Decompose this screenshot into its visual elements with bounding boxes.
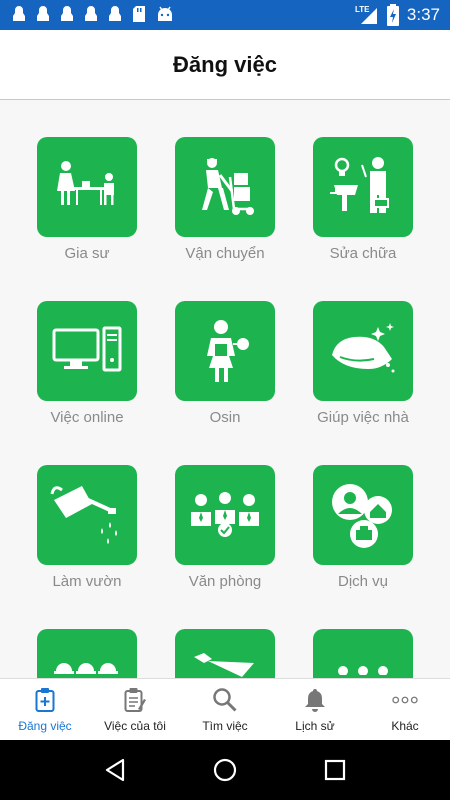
system-navigation-bar <box>0 740 450 800</box>
app-bar: Đăng việc <box>0 30 450 100</box>
category-label: Gia sư <box>64 245 110 262</box>
nav-more[interactable]: Khác <box>360 679 450 740</box>
delivery-icon <box>202 158 254 215</box>
services-icon <box>332 484 392 548</box>
nav-label: Đăng việc <box>18 719 72 733</box>
category-label: Làm vườn <box>52 573 122 590</box>
category-online-work[interactable]: Việc online <box>18 301 156 426</box>
category-label: Văn phòng <box>188 573 262 590</box>
category-tile[interactable] <box>175 137 275 237</box>
status-bar: LTE 3:37 <box>0 0 450 30</box>
category-office[interactable]: Văn phòng <box>156 465 294 590</box>
category-tile[interactable] <box>175 301 275 401</box>
nav-post-job[interactable]: Đăng việc <box>0 679 90 740</box>
bottom-navigation: Đăng việc Việc của tôi Tìm việc Lịch sử … <box>0 678 450 740</box>
workers-icon <box>54 663 118 674</box>
search-icon <box>212 687 238 713</box>
my-jobs-icon <box>122 687 148 713</box>
nav-label: Khác <box>391 719 419 733</box>
nav-label: Tìm việc <box>202 719 248 733</box>
nav-label: Lịch sử <box>295 719 335 733</box>
category-label: Dịch vụ <box>337 573 389 590</box>
repair-icon <box>330 157 389 213</box>
category-label: Giúp việc nhà <box>317 409 409 426</box>
sd-card-icon <box>133 6 145 22</box>
category-services[interactable]: Dịch vụ <box>294 465 432 590</box>
cleaning-icon <box>332 323 395 373</box>
android-icon <box>158 6 172 21</box>
lte-signal-icon: LTE <box>355 5 377 24</box>
category-house-cleaning[interactable]: Giúp việc nhà <box>294 301 432 426</box>
category-tile[interactable] <box>313 137 413 237</box>
category-construction[interactable] <box>18 629 156 678</box>
category-tile[interactable] <box>37 465 137 565</box>
category-repair[interactable]: Sửa chữa <box>294 137 432 262</box>
status-system: LTE 3:37 <box>355 4 440 26</box>
category-delivery[interactable]: Vận chuyển <box>156 137 294 262</box>
nav-label: Việc của tôi <box>104 719 166 733</box>
notification-icon <box>13 6 25 21</box>
post-job-icon <box>32 687 58 713</box>
category-tile[interactable] <box>313 465 413 565</box>
back-icon[interactable] <box>104 758 126 782</box>
category-tile[interactable] <box>175 629 275 678</box>
category-tile[interactable] <box>37 629 137 678</box>
office-team-icon <box>191 492 259 537</box>
nav-find-job[interactable]: Tìm việc <box>180 679 270 740</box>
page-title: Đăng việc <box>173 51 277 77</box>
trowel-icon <box>194 653 254 677</box>
home-icon[interactable] <box>213 758 237 782</box>
status-notifications <box>12 5 174 23</box>
category-label: Vận chuyển <box>185 245 265 262</box>
category-grid[interactable]: Gia sư Vận chuyển Sửa chữa Việc online O… <box>0 100 450 678</box>
category-tile[interactable] <box>175 465 275 565</box>
category-masonry[interactable] <box>156 629 294 678</box>
category-tile[interactable] <box>313 301 413 401</box>
category-tile[interactable] <box>37 301 137 401</box>
dots-icon <box>338 666 388 675</box>
recents-icon[interactable] <box>324 759 346 781</box>
category-housemaid[interactable]: Osin <box>156 301 294 426</box>
tutor-icon <box>57 161 114 205</box>
category-gardening[interactable]: Làm vườn <box>18 465 156 590</box>
notification-icon <box>109 6 121 21</box>
notification-icon <box>37 6 49 21</box>
nav-history[interactable]: Lịch sử <box>270 679 360 740</box>
notification-icon <box>85 6 97 21</box>
bell-icon <box>302 687 328 713</box>
notification-icon <box>61 6 73 21</box>
watering-can-icon <box>50 486 117 544</box>
computer-icon <box>52 326 122 372</box>
category-label: Osin <box>209 409 241 426</box>
category-label: Việc online <box>50 409 124 426</box>
category-tile[interactable] <box>313 629 413 678</box>
clock: 3:37 <box>406 5 440 24</box>
housemaid-icon <box>207 320 249 382</box>
more-icon <box>392 687 418 713</box>
category-tile[interactable] <box>37 137 137 237</box>
category-label: Sửa chữa <box>329 245 397 262</box>
battery-charging-icon <box>386 4 399 26</box>
category-more[interactable] <box>294 629 432 678</box>
category-tutor[interactable]: Gia sư <box>18 137 156 262</box>
nav-my-jobs[interactable]: Việc của tôi <box>90 679 180 740</box>
svg-text:LTE: LTE <box>355 5 370 14</box>
